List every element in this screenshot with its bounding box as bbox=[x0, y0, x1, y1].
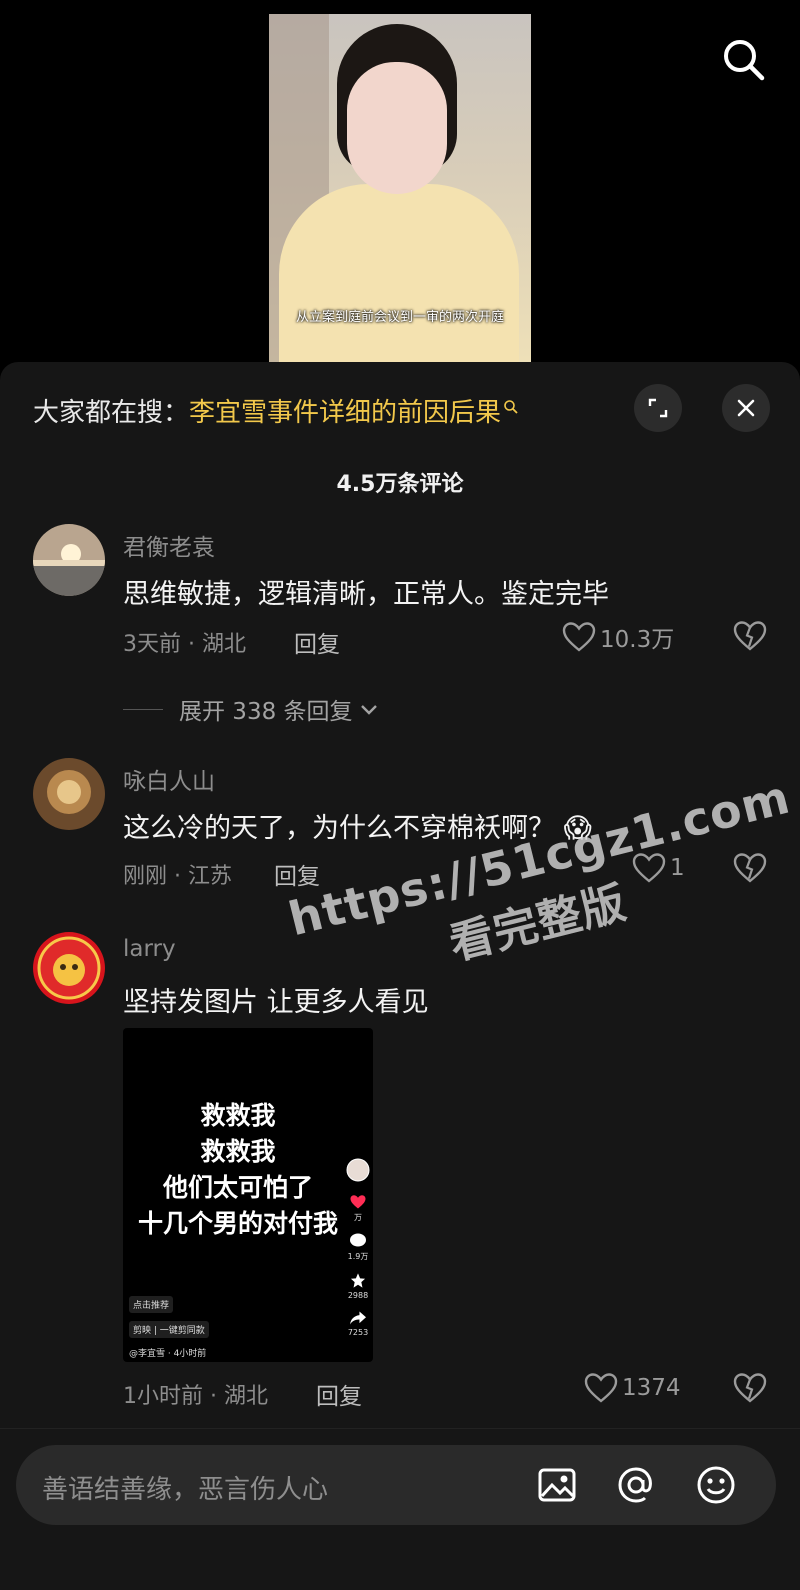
search-suggestion[interactable]: 大家都在搜：李宜雪事件详细的前因后果 bbox=[33, 392, 519, 429]
chevron-down-icon bbox=[360, 705, 377, 715]
comment-bubble-icon: 1.9万 bbox=[345, 1233, 371, 1262]
close-icon[interactable] bbox=[722, 384, 770, 432]
expand-replies[interactable]: 展开 338 条回复 bbox=[123, 692, 381, 726]
image-tag: 剪映 | 一键剪同款 bbox=[129, 1321, 209, 1338]
comment-time: 1小时前 · 湖北 bbox=[123, 1384, 268, 1409]
video-thumbnail[interactable]: 从立案到庭前会议到一审的两次开庭 bbox=[269, 14, 531, 362]
video-caption: 从立案到庭前会议到一审的两次开庭 bbox=[295, 310, 504, 325]
reply-button[interactable]: 回复 bbox=[294, 625, 340, 659]
figure-shirt bbox=[279, 184, 519, 362]
suggestion-prefix: 大家都在搜： bbox=[33, 398, 190, 428]
image-line: 他们太可怕了 bbox=[162, 1173, 313, 1202]
expand-icon[interactable] bbox=[634, 384, 682, 432]
like-count: 10.3万 bbox=[600, 627, 675, 653]
avatar[interactable] bbox=[33, 524, 105, 596]
comment-image[interactable]: 救救我 救救我 他们太可怕了 十几个男的对付我 万 1.9万 2988 7253… bbox=[123, 1028, 373, 1362]
divider bbox=[123, 708, 163, 710]
reply-button[interactable]: 回复 bbox=[316, 1377, 362, 1411]
share-icon: 7253 bbox=[345, 1310, 371, 1337]
rail-count: 1.9万 bbox=[347, 1252, 369, 1261]
rail-count: 万 bbox=[354, 1213, 362, 1222]
image-line: 救救我 bbox=[200, 1101, 276, 1130]
image-tag: 点击推荐 bbox=[129, 1296, 174, 1313]
search-small-icon bbox=[503, 392, 519, 414]
image-line: 救救我 bbox=[200, 1137, 276, 1166]
comment-input[interactable]: 善语结善缘，恶言伤人心 bbox=[16, 1445, 776, 1525]
emoji-icon[interactable] bbox=[694, 1463, 738, 1507]
like-button[interactable]: 1374 bbox=[584, 1372, 681, 1404]
comment-count: 4.5万条评论 bbox=[336, 472, 464, 497]
image-author: @李宜雪 · 4小时前 bbox=[129, 1349, 207, 1359]
image-line: 十几个男的对付我 bbox=[137, 1209, 338, 1238]
at-icon[interactable] bbox=[614, 1463, 658, 1507]
image-tags: 点击推荐 剪映 | 一键剪同款 @李宜雪 · 4小时前 bbox=[129, 1296, 209, 1359]
broken-heart-icon[interactable] bbox=[733, 620, 767, 656]
avatar[interactable] bbox=[33, 932, 105, 1004]
avatar[interactable] bbox=[33, 758, 105, 830]
rail-count: 2988 bbox=[347, 1291, 369, 1300]
comment-text: 思维敏捷，逻辑清晰，正常人。鉴定完毕 bbox=[123, 579, 609, 610]
comment-author[interactable]: 咏白人山 bbox=[123, 762, 215, 796]
search-icon[interactable] bbox=[720, 36, 768, 84]
heart-icon bbox=[562, 622, 596, 652]
comment-author[interactable]: 君衡老袁 bbox=[123, 528, 215, 562]
comment-text-body: 这么冷的天了，为什么不穿棉袄啊？ bbox=[123, 813, 555, 844]
heart-icon: 万 bbox=[345, 1194, 371, 1223]
broken-heart-icon[interactable] bbox=[733, 1372, 767, 1408]
input-placeholder: 善语结善缘，恶言伤人心 bbox=[42, 1475, 329, 1505]
star-icon: 2988 bbox=[345, 1272, 371, 1300]
comment-time: 刚刚 · 江苏 bbox=[123, 864, 232, 889]
image-text: 救救我 救救我 他们太可怕了 十几个男的对付我 bbox=[123, 1098, 353, 1242]
suggestion-term[interactable]: 李宜雪事件详细的前因后果 bbox=[189, 398, 501, 428]
like-count: 1374 bbox=[622, 1375, 681, 1401]
figure-face bbox=[347, 62, 447, 194]
comment-time: 3天前 · 湖北 bbox=[123, 632, 246, 657]
comment-author[interactable]: larry bbox=[123, 936, 176, 962]
image-side-rail: 万 1.9万 2988 7253 bbox=[345, 1158, 371, 1347]
image-icon[interactable] bbox=[535, 1463, 579, 1507]
expand-replies-label: 展开 338 条回复 bbox=[179, 699, 353, 725]
comment-input-bar: 善语结善缘，恶言伤人心 bbox=[0, 1428, 800, 1590]
rail-count: 7253 bbox=[347, 1328, 369, 1337]
like-button[interactable]: 10.3万 bbox=[562, 620, 674, 654]
avatar bbox=[345, 1158, 371, 1184]
heart-icon bbox=[584, 1373, 618, 1403]
